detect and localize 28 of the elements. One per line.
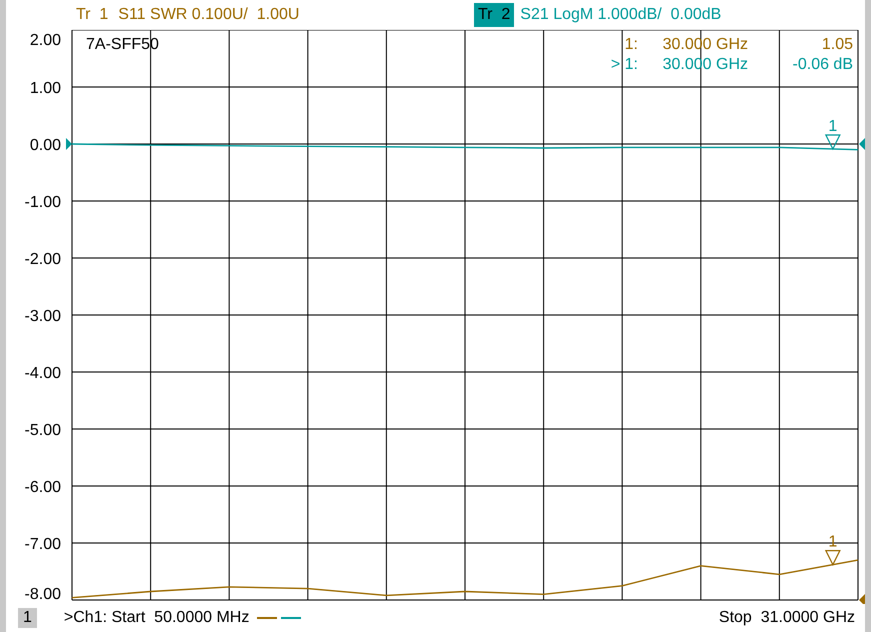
marker-number: > 1:: [610, 56, 638, 73]
trace-format-label: S21 LogM 1.000dB/ 0.00dB: [520, 5, 722, 25]
reference-arrow-icon: [859, 138, 865, 150]
stop-frequency-label: Stop 31.0000 GHz: [718, 608, 855, 628]
marker-label: 1: [828, 118, 838, 135]
marker-value: 1.05: [822, 36, 853, 53]
y-tick-label: -5.00: [24, 422, 61, 439]
y-tick-label: -7.00: [24, 536, 61, 553]
trace-tab[interactable]: Tr 2: [474, 3, 514, 27]
y-tick-label: -2.00: [24, 251, 61, 268]
marker-number: 1:: [624, 36, 638, 53]
y-tick-label: 2.00: [30, 32, 61, 49]
y-tick-label: -8.00: [24, 586, 61, 603]
trace-format-label: S11 SWR 0.100U/ 1.00U: [118, 5, 300, 25]
reference-arrow-icon: [66, 138, 72, 150]
y-tick-label: -1.00: [24, 194, 61, 211]
marker-value: -0.06 dB: [792, 56, 853, 73]
y-tick-label: -4.00: [24, 365, 61, 382]
y-tick-label: -6.00: [24, 479, 61, 496]
y-tick-label: 1.00: [30, 80, 61, 97]
marker-triangle-icon: [824, 550, 841, 566]
start-frequency-label: >Ch1: Start 50.0000 MHz: [64, 608, 250, 628]
trace-tab[interactable]: Tr 1: [72, 3, 112, 27]
channel-badge[interactable]: 1: [18, 608, 37, 628]
marker-triangle-icon: [824, 134, 841, 150]
y-tick-label: -3.00: [24, 308, 61, 325]
reference-arrow-icon: [859, 594, 865, 604]
y-tick-label: 0.00: [30, 137, 61, 154]
